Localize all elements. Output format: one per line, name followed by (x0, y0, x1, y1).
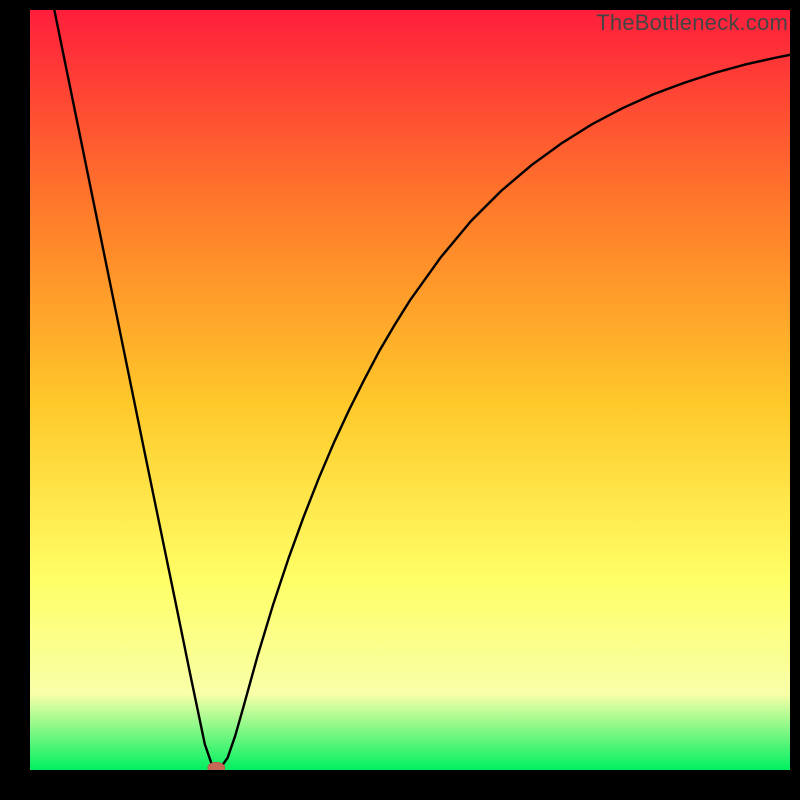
watermark-text: TheBottleneck.com (596, 10, 788, 36)
chart-container: { "watermark": "TheBottleneck.com", "col… (0, 0, 800, 800)
bottleneck-chart-svg (30, 10, 790, 770)
minimum-marker (208, 762, 225, 770)
plot-area (30, 10, 790, 770)
gradient-background (30, 10, 790, 770)
